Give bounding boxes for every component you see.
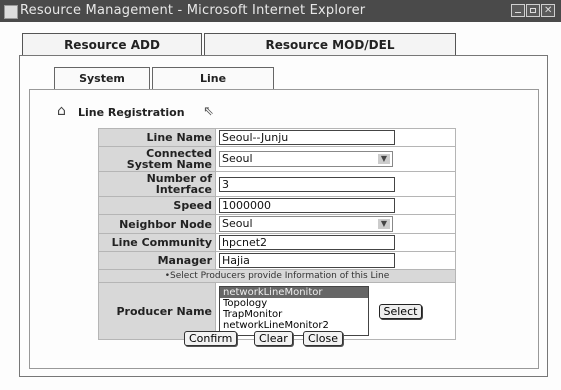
clear-button[interactable]: Clear (254, 331, 293, 346)
tab-resource-add[interactable]: Resource ADD (22, 33, 202, 55)
producer-option[interactable]: networkLineMonitor2 (220, 320, 368, 331)
chevron-down-icon: ▼ (378, 219, 390, 229)
row-note: •Select Producers provide Information of… (98, 269, 456, 283)
connected-system-label: Connected System Name (98, 146, 216, 172)
num-interface-label: Number of Interface (98, 171, 216, 197)
row-manager: Manager (98, 251, 456, 270)
connected-system-select[interactable]: Seoul ▼ (219, 151, 393, 167)
line-community-input[interactable] (219, 235, 395, 250)
line-registration-form: Line Name Connected System Name Seoul ▼ N… (98, 128, 456, 340)
chevron-down-icon: ▼ (378, 154, 390, 164)
browser-window: Resource Management - Microsoft Internet… (0, 0, 561, 390)
line-name-input[interactable] (219, 130, 395, 145)
producer-option[interactable]: Topology (220, 298, 368, 309)
row-line-community: Line Community (98, 233, 456, 252)
speed-label: Speed (98, 196, 216, 215)
row-speed: Speed (98, 196, 456, 215)
connected-system-value: Seoul (222, 152, 253, 165)
row-num-interface: Number of Interface (98, 171, 456, 197)
speed-input[interactable] (219, 198, 395, 213)
subtab-system[interactable]: System (54, 67, 150, 89)
subtab-line[interactable]: Line (152, 67, 274, 89)
neighbor-node-label: Neighbor Node (98, 214, 216, 234)
ie-app-icon (4, 5, 18, 19)
section-title: Line Registration (78, 106, 185, 119)
maximize-button[interactable] (526, 4, 540, 17)
producer-listbox[interactable]: networkLineMonitor Topology TrapMonitor … (219, 286, 369, 336)
producer-option[interactable]: networkLineMonitor (220, 287, 368, 298)
neighbor-node-value: Seoul (222, 217, 253, 230)
line-community-label: Line Community (98, 233, 216, 252)
minimize-button[interactable] (511, 4, 525, 17)
close-button[interactable]: Close (303, 331, 343, 346)
producer-note: •Select Producers provide Information of… (98, 269, 456, 283)
line-name-label: Line Name (98, 128, 216, 147)
confirm-button[interactable]: Confirm (184, 331, 238, 346)
num-interface-input[interactable] (219, 176, 395, 192)
row-connected-system: Connected System Name Seoul ▼ (98, 146, 456, 172)
manager-label: Manager (98, 251, 216, 270)
mouse-cursor-icon: ⇖ (203, 104, 214, 119)
producer-option[interactable]: TrapMonitor (220, 309, 368, 320)
select-button[interactable]: Select (378, 303, 423, 319)
neighbor-node-select[interactable]: Seoul ▼ (219, 216, 393, 232)
close-window-button[interactable] (541, 4, 555, 17)
row-line-name: Line Name (98, 128, 456, 147)
manager-input[interactable] (219, 253, 395, 268)
registration-icon: ⌂ (57, 103, 66, 119)
title-bar: Resource Management - Microsoft Internet… (0, 0, 561, 22)
row-neighbor-node: Neighbor Node Seoul ▼ (98, 214, 456, 234)
window-title: Resource Management - Microsoft Internet… (20, 3, 366, 18)
tab-resource-mod-del[interactable]: Resource MOD/DEL (204, 33, 456, 55)
